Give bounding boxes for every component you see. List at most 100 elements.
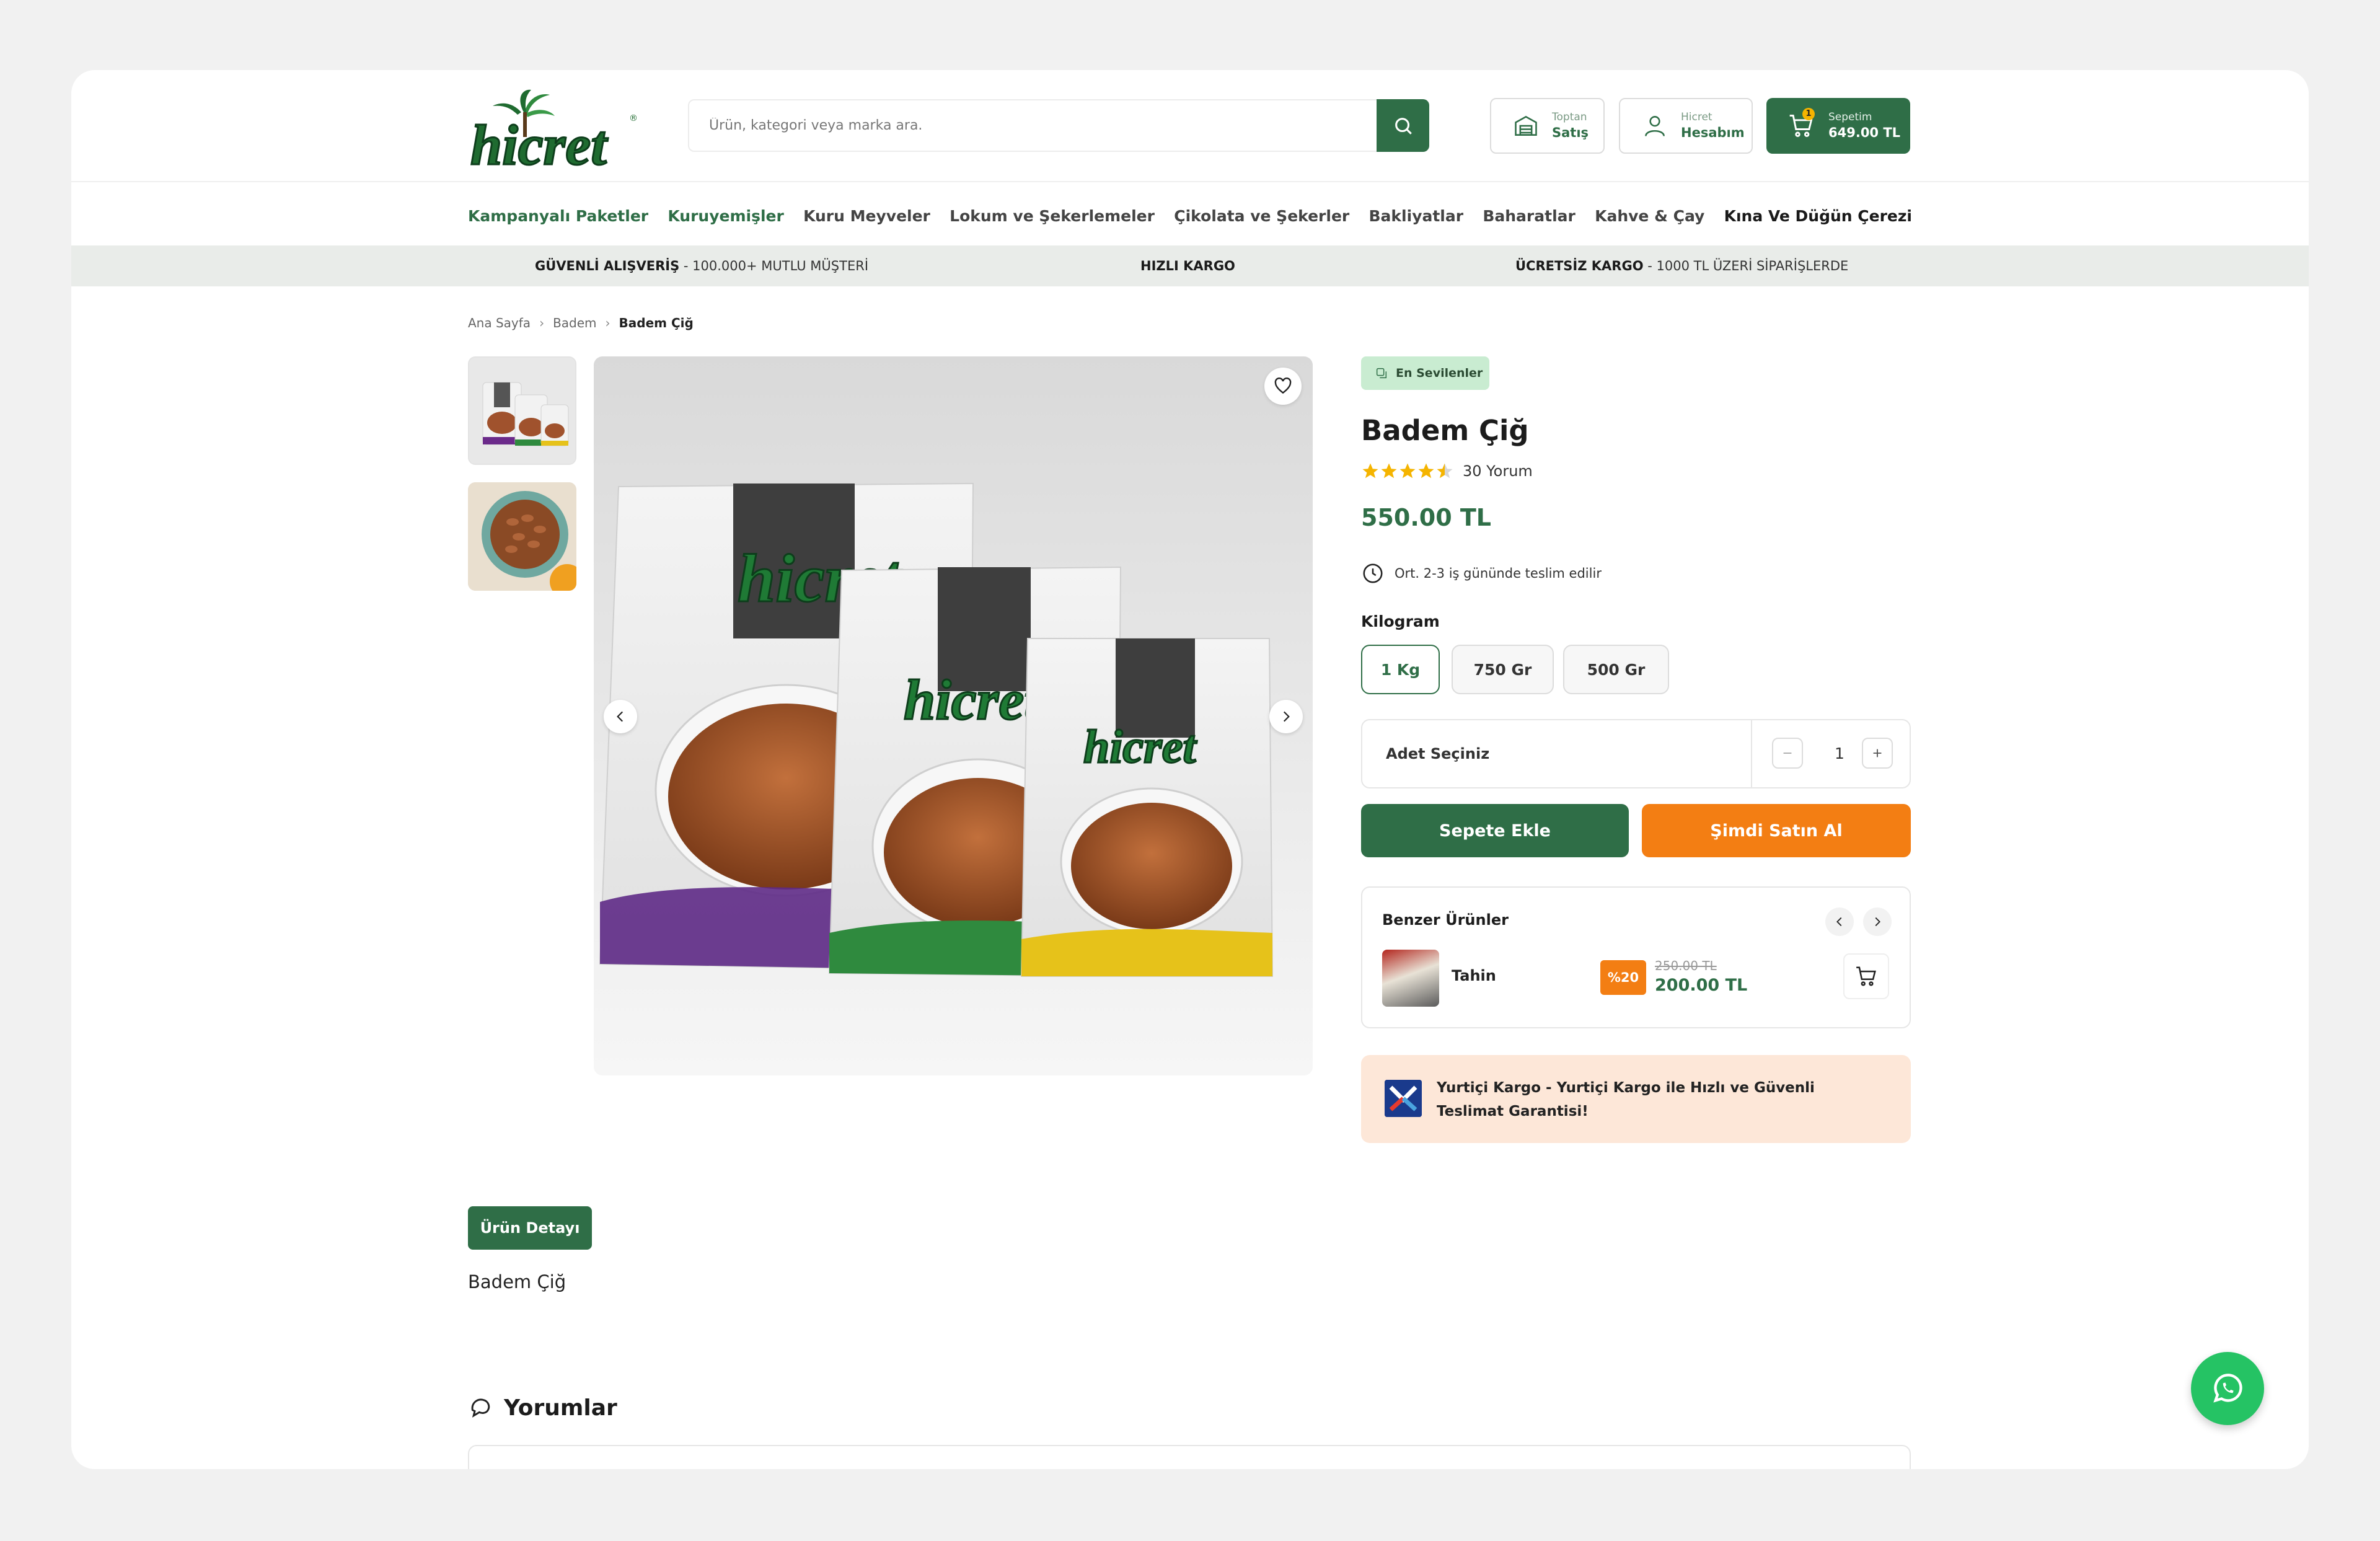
quantity-selector: Adet Seçiniz 1 [1361,719,1911,788]
nav-item-cikolata[interactable]: Çikolata ve Şekerler [1174,207,1349,225]
favorite-button[interactable] [1264,368,1302,405]
quantity-divider [1751,720,1752,787]
rating[interactable]: 30 Yorum [1361,462,1533,480]
similar-product-name[interactable]: Tahin [1452,967,1496,984]
star-icon [1381,463,1397,479]
reviews-heading-label: Yorumlar [504,1395,617,1421]
cart-total: 649.00 TL [1828,125,1901,140]
similar-products-title: Benzer Ürünler [1382,911,1509,929]
nav-item-kuru-meyveler[interactable]: Kuru Meyveler [803,207,930,225]
svg-text:hicret: hicret [470,113,608,172]
chevron-left-icon [1836,917,1842,927]
info-secure-title: GÜVENLİ ALIŞVERİŞ [535,258,680,273]
brand-logo[interactable]: hicret ® [468,89,638,178]
whatsapp-button[interactable] [2191,1352,2264,1425]
delivery-info: Ort. 2-3 iş gününde teslim edilir [1361,561,1602,586]
similar-old-price: 250.00 TL [1655,958,1717,973]
minus-icon [1783,753,1792,754]
wholesale-line1: Toptan [1552,111,1587,123]
gallery-prev-button[interactable] [604,700,637,733]
option-750gr[interactable]: 750 Gr [1452,645,1554,694]
similar-add-to-cart-button[interactable] [1843,953,1889,999]
product-title: Badem Çiğ [1361,414,1529,447]
quantity-label: Adet Seçiniz [1386,745,1490,762]
product-price: 550.00 TL [1361,504,1492,531]
svg-text:hicret: hicret [904,668,1041,731]
clock-icon [1363,563,1383,583]
add-to-cart-button[interactable]: Sepete Ekle [1361,804,1629,857]
star-icon [1399,463,1416,479]
nav-item-kuruyemisler[interactable]: Kuruyemişler [668,207,783,225]
nav-item-bakliyatlar[interactable]: Bakliyatlar [1369,207,1464,225]
quantity-value[interactable]: 1 [1835,720,1844,787]
similar-next-button[interactable] [1863,907,1892,936]
option-label: Kilogram [1361,612,1440,630]
info-bar: GÜVENLİ ALIŞVERİŞ - 100.000+ MUTLU MÜŞTE… [71,245,2309,286]
search-input[interactable] [689,100,1380,151]
product-detail-text: Badem Çiğ [468,1271,566,1292]
similar-products: Benzer Ürünler Tahin %20 250.00 TL 200.0… [1361,886,1911,1028]
nav-item-kina-dugun[interactable]: Kına Ve Düğün Çerezi [1724,207,1912,225]
quantity-decrease-button[interactable] [1772,738,1803,769]
nav-item-baharatlar[interactable]: Baharatlar [1483,207,1576,225]
similar-product-image[interactable] [1382,950,1439,1007]
user-icon [1645,116,1665,136]
wholesale-button[interactable]: Toptan Satış [1490,98,1605,154]
reviews-box [468,1445,1911,1469]
discount-badge: %20 [1600,960,1646,995]
chevron-right-icon [1283,711,1290,722]
gallery-next-button[interactable] [1269,700,1303,733]
bestseller-tag: En Sevilenler [1361,356,1489,390]
cart-icon [1856,966,1876,986]
chevron-right-icon [1875,917,1880,927]
info-secure-text: - 100.000+ MUTLU MÜŞTERİ [679,258,869,273]
thumbnail-1[interactable] [468,356,576,465]
wholesale-line2: Satış [1552,125,1589,140]
info-secure-shopping: GÜVENLİ ALIŞVERİŞ - 100.000+ MUTLU MÜŞTE… [535,245,868,286]
comments-icon [471,1398,490,1418]
reviews-heading: Yorumlar [468,1393,617,1423]
bestseller-tag-label: En Sevilenler [1396,366,1483,380]
nav-item-lokum[interactable]: Lokum ve Şekerlemeler [950,207,1155,225]
review-count: 30 Yorum [1463,462,1533,480]
search-icon [1395,117,1412,135]
main-product-image[interactable]: hicret hicret hicret [594,356,1313,1075]
cart-button[interactable]: 1 Sepetim 649.00 TL [1766,98,1910,154]
cart-count-badge: 1 [1802,108,1815,120]
similar-new-price: 200.00 TL [1655,976,1748,995]
whatsapp-icon [2213,1374,2242,1403]
option-500gr[interactable]: 500 Gr [1563,645,1669,694]
similar-prev-button[interactable] [1825,907,1854,936]
delivery-text: Ort. 2-3 iş gününde teslim edilir [1395,566,1602,581]
cart-line1: Sepetim [1828,111,1872,123]
nav-item-kampanyali-paketler[interactable]: Kampanyalı Paketler [468,207,648,225]
quantity-increase-button[interactable] [1862,738,1893,769]
info-free-text: - 1000 TL ÜZERİ SİPARİŞLERDE [1643,258,1849,273]
star-icon [1418,463,1434,479]
search-button[interactable] [1377,99,1429,152]
star-half-icon [1437,463,1453,479]
chevron-left-icon [617,711,624,722]
breadcrumb-home[interactable]: Ana Sayfa [468,316,531,330]
account-line1: Hicret [1681,111,1712,123]
chevron-right-icon: › [605,316,610,330]
thumbnail-2[interactable] [468,482,576,591]
breadcrumb-category[interactable]: Badem [553,316,596,330]
shipping-text: Yurtiçi Kargo - Yurtiçi Kargo ile Hızlı … [1437,1080,1815,1119]
search-bar [688,99,1429,152]
yurtici-kargo-logo [1385,1080,1422,1117]
nav-item-kahve-cay[interactable]: Kahve & Çay [1595,207,1704,225]
account-line2: Hesabım [1681,125,1745,140]
chevron-right-icon: › [539,316,545,330]
info-fast-shipping: HIZLI KARGO [1140,245,1235,286]
shipping-banner: Yurtiçi Kargo - Yurtiçi Kargo ile Hızlı … [1361,1055,1911,1143]
buy-now-button[interactable]: Şimdi Satın Al [1642,804,1911,857]
warehouse-icon [1515,115,1537,136]
tab-product-detail[interactable]: Ürün Detayı [468,1206,592,1250]
badge-icon [1376,368,1387,379]
account-button[interactable]: Hicret Hesabım [1619,98,1753,154]
option-1kg[interactable]: 1 Kg [1361,645,1440,694]
plus-icon [1873,749,1882,757]
svg-text:®: ® [629,113,638,123]
breadcrumb-current: Badem Çiğ [619,316,694,330]
